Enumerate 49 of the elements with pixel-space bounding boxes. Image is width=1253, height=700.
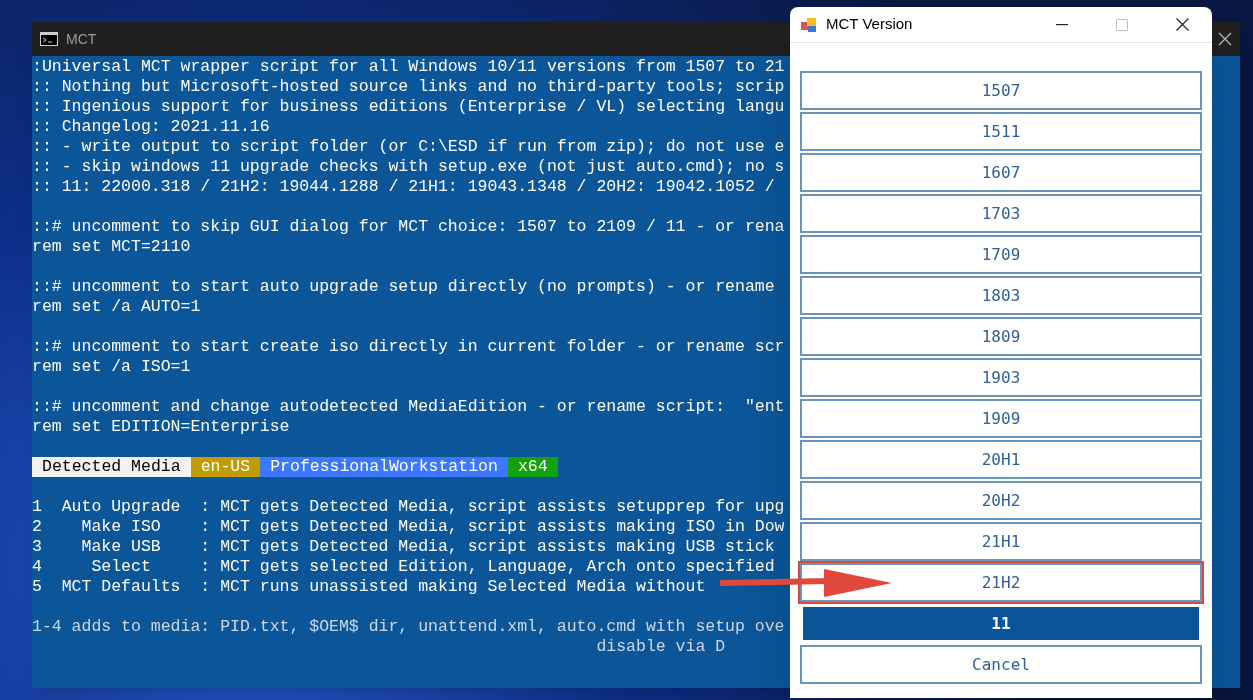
version-button[interactable]: 20H1 <box>800 440 1202 479</box>
dialog-title: MCT Version <box>826 14 913 35</box>
menu-option: 5 MCT Defaults : MCT runs unassisted making Selected Media without <box>32 577 706 597</box>
console-line: :: 11: 22000.318 / 21H2: 19044.1288 / 21H1: 19043.1348 / 20H2: 19042.1052 / <box>32 177 775 197</box>
menu-option: 1 Auto Upgrade : MCT gets Detected Media, script assists setupprep for upg <box>32 497 785 517</box>
console-line: :: Nothing but Microsoft-hosted source links and no third-party tools; scrip <box>32 77 785 97</box>
version-button[interactable]: 11 <box>800 604 1202 643</box>
window-title: MCT <box>66 29 97 49</box>
console-line: ::# uncomment to start create iso directly in current folder - or rename scr <box>32 337 785 357</box>
console-line: rem set /a ISO=1 <box>32 357 191 377</box>
close-icon <box>1175 18 1189 31</box>
media-tag: en-US <box>190 457 261 477</box>
console-line: :: Changelog: 2021.11.16 <box>32 117 270 137</box>
console-line: :: Ingenious support for business editions (Enterprise / VL) selecting langu <box>32 97 785 117</box>
close-icon[interactable] <box>1218 32 1232 46</box>
console-line: :: - write output to script folder (or C:\ESD if run from zip); do not use e <box>32 137 785 157</box>
version-button[interactable]: 1607 <box>800 153 1202 192</box>
console-line: 1-4 adds to media: PID.txt, $OEM$ dir, unattend.xml, auto.cmd with setup ove <box>32 617 785 637</box>
console-line: ::# uncomment to start auto upgrade setup directly (no prompts) - or rename <box>32 277 775 297</box>
version-button[interactable]: 1903 <box>800 358 1202 397</box>
version-button[interactable]: 1909 <box>800 399 1202 438</box>
version-button[interactable]: 1809 <box>800 317 1202 356</box>
version-button[interactable]: 1803 <box>800 276 1202 315</box>
console-line: ::# uncomment to skip GUI dialog for MCT choice: 1507 to 2109 / 11 - or rena <box>32 217 785 237</box>
version-button[interactable]: 1507 <box>800 71 1202 110</box>
media-tag: x64 <box>507 457 558 477</box>
minimize-icon <box>1056 23 1068 26</box>
maximize-icon <box>1116 18 1128 31</box>
console-line: rem set /a AUTO=1 <box>32 297 201 317</box>
menu-option: 4 Select : MCT gets selected Edition, Language, Arch onto specified <box>32 557 775 577</box>
console-line: :: - skip windows 11 upgrade checks with setup.exe (not just auto.cmd); no s <box>32 157 785 177</box>
version-button[interactable]: 21H1 <box>800 522 1202 561</box>
console-icon <box>40 32 58 46</box>
media-tag: ProfessionalWorkstation <box>260 457 508 477</box>
menu-option: 3 Make USB : MCT gets Detected Media, script assists making USB stick <box>32 537 775 557</box>
version-button[interactable]: 1511 <box>800 112 1202 151</box>
console-line: :Universal MCT wrapper script for all Windows 10/11 versions from 1507 to 21 <box>32 57 785 77</box>
menu-option: 2 Make ISO : MCT gets Detected Media, script assists making ISO in Dow <box>32 517 785 537</box>
media-tag: Detected Media <box>32 457 191 477</box>
app-icon <box>800 15 818 34</box>
version-button[interactable]: 20H2 <box>800 481 1202 520</box>
console-line: rem set EDITION=Enterprise <box>32 417 290 437</box>
console-line: ::# uncomment and change autodetected MediaEdition - or rename script: "ent <box>32 397 785 417</box>
version-button[interactable]: 1703 <box>800 194 1202 233</box>
version-button[interactable]: 1709 <box>800 235 1202 274</box>
console-line: rem set MCT=2110 <box>32 237 191 257</box>
console-line: disable via D <box>595 637 726 657</box>
cancel-button[interactable]: Cancel <box>800 645 1202 684</box>
version-button[interactable]: 21H2 <box>800 563 1202 602</box>
